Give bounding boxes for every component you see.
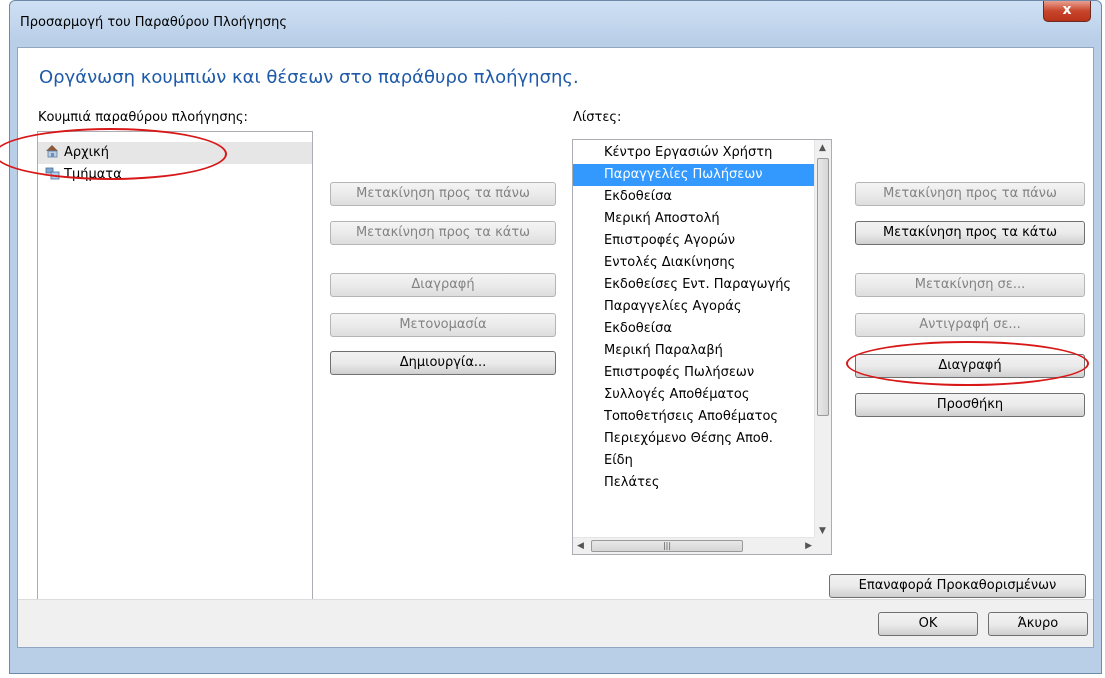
list-item[interactable]: Εκδοθείσα (573, 318, 816, 340)
list-item[interactable]: Περιεχόμενο Θέσης Αποθ. (573, 428, 816, 450)
close-button[interactable]: x (1043, 1, 1091, 22)
scroll-down-arrow-icon[interactable]: ▼ (819, 526, 826, 536)
vertical-scroll-thumb[interactable] (817, 158, 829, 416)
dialog-content: Οργάνωση κουμπιών και θέσεων στο παράθυρ… (17, 47, 1094, 648)
rename-button[interactable]: Μετονομασία (330, 313, 556, 337)
list-item[interactable]: Τοποθετήσεις Αποθέματος (573, 406, 816, 428)
list-item-label: Αρχική (64, 145, 109, 160)
nav-buttons-label: Κουμπιά παραθύρου πλοήγησης: (38, 110, 248, 125)
lists-listbox[interactable]: Κέντρο Εργασιών Χρήστη Παραγγελίες Πωλήσ… (572, 139, 832, 555)
delete-button[interactable]: Διαγραφή (330, 273, 556, 297)
list-item-home[interactable]: Αρχική (38, 142, 312, 164)
list-item[interactable]: Εκδοθείσα (573, 186, 816, 208)
reset-defaults-button[interactable]: Επαναφορά Προκαθορισμένων (829, 574, 1086, 598)
list-item-label: Τμήματα (64, 167, 122, 182)
list-item[interactable]: Επιστροφές Αγορών (573, 230, 816, 252)
list-item-departments[interactable]: Τμήματα (38, 164, 312, 186)
scroll-right-arrow-icon[interactable]: ▶ (805, 541, 812, 551)
window-title: Προσαρμογή του Παραθύρου Πλοήγησης (20, 15, 287, 30)
horizontal-scroll-thumb[interactable]: ||| (591, 540, 743, 552)
departments-icon (45, 167, 60, 180)
list-item[interactable]: Πελάτες (573, 472, 816, 494)
lists-label: Λίστες: (573, 110, 622, 125)
list-item[interactable]: Εκδοθείσες Εντ. Παραγωγής (573, 274, 816, 296)
list-item-selected[interactable]: Παραγγελίες Πωλήσεων (573, 164, 816, 186)
add-button[interactable]: Προσθήκη (855, 393, 1085, 417)
dialog-footer: OK Άκυρο (18, 599, 1093, 647)
title-bar: Προσαρμογή του Παραθύρου Πλοήγησης x (10, 1, 1101, 47)
lists-delete-button[interactable]: Διαγραφή (855, 354, 1085, 378)
copy-to-button[interactable]: Αντιγραφή σε... (855, 313, 1085, 337)
lists-move-up-button[interactable]: Μετακίνηση προς τα πάνω (855, 182, 1085, 206)
list-item[interactable]: Είδη (573, 450, 816, 472)
move-up-button[interactable]: Μετακίνηση προς τα πάνω (330, 182, 556, 206)
lists-move-down-button[interactable]: Μετακίνηση προς τα κάτω (855, 221, 1085, 245)
move-to-button[interactable]: Μετακίνηση σε... (855, 273, 1085, 297)
dialog-window: Προσαρμογή του Παραθύρου Πλοήγησης x Οργ… (9, 0, 1102, 674)
horizontal-scrollbar[interactable]: ◀ ||| ▶ (573, 537, 816, 554)
create-button[interactable]: Δημιουργία... (330, 351, 556, 375)
scrollbar-corner (814, 537, 831, 554)
list-item[interactable]: Εντολές Διακίνησης (573, 252, 816, 274)
cancel-button[interactable]: Άκυρο (988, 612, 1088, 636)
scroll-up-arrow-icon[interactable]: ▲ (819, 143, 826, 153)
home-icon (46, 145, 58, 158)
list-item[interactable]: Παραγγελίες Αγοράς (573, 296, 816, 318)
list-item[interactable]: Συλλογές Αποθέματος (573, 384, 816, 406)
vertical-scrollbar[interactable]: ▲ ▼ (814, 140, 831, 539)
nav-buttons-list[interactable]: Αρχική Τμήματα (37, 131, 313, 639)
move-down-button[interactable]: Μετακίνηση προς τα κάτω (330, 221, 556, 245)
list-item[interactable]: Μερική Παραλαβή (573, 340, 816, 362)
list-item[interactable]: Μερική Αποστολή (573, 208, 816, 230)
list-item[interactable]: Κέντρο Εργασιών Χρήστη (573, 142, 816, 164)
dialog-heading: Οργάνωση κουμπιών και θέσεων στο παράθυρ… (39, 67, 579, 88)
scroll-left-arrow-icon[interactable]: ◀ (577, 541, 584, 551)
ok-button[interactable]: OK (878, 612, 978, 636)
list-item[interactable]: Επιστροφές Πωλήσεων (573, 362, 816, 384)
